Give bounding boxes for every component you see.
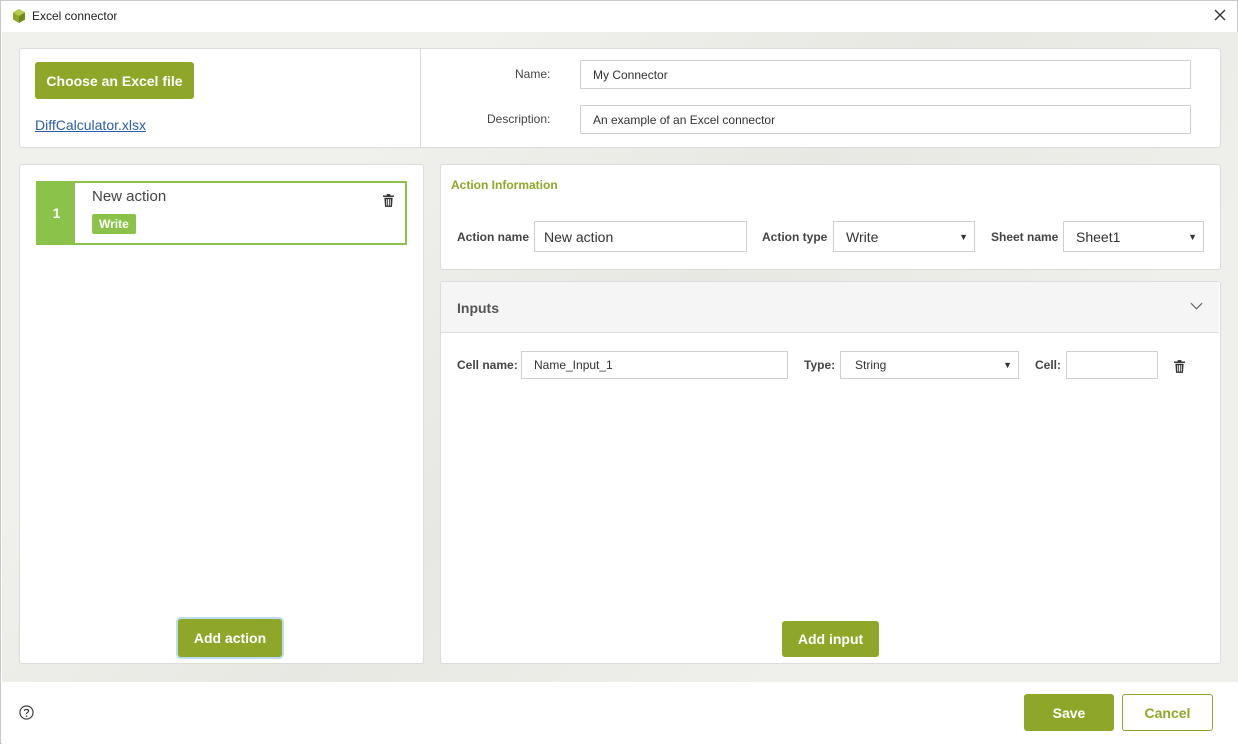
file-panel: Choose an Excel file DiffCalculator.xlsx [19,48,420,148]
window-title: Excel connector [32,9,118,23]
input-type-select[interactable]: String ▼ [840,351,1019,379]
action-number: 1 [38,183,75,243]
action-item[interactable]: 1 New action Write [36,181,407,245]
action-name-label: Action name [457,230,530,244]
help-icon[interactable] [19,705,34,720]
chevron-down-icon: ▼ [959,231,968,242]
cancel-button[interactable]: Cancel [1122,694,1213,731]
sheet-name-select[interactable]: Sheet1 ▼ [1063,221,1204,252]
trash-icon[interactable] [383,194,394,207]
inputs-panel: Inputs Cell name: Name_Input_1 Type: Str… [440,281,1221,664]
chevron-down-icon: ▼ [1188,231,1197,242]
add-input-button[interactable]: Add input [782,621,879,657]
action-information-panel: Action Information Action name New actio… [440,164,1221,270]
title-bar: Excel connector [1,1,1237,32]
action-title: New action [92,188,167,205]
action-name-input[interactable]: New action [534,221,747,252]
name-input[interactable]: My Connector [580,60,1191,89]
actions-panel: 1 New action Write Add action [19,164,424,664]
input-type-value: String [855,358,887,372]
inputs-section-title: Inputs [457,300,499,316]
action-type-value: Write [846,228,879,245]
save-button[interactable]: Save [1024,694,1114,731]
chevron-down-icon: ▼ [1003,360,1012,370]
close-icon[interactable] [1213,8,1227,22]
name-label: Name: [515,67,551,81]
action-information-title: Action Information [451,178,558,192]
inputs-section-header[interactable]: Inputs [441,282,1219,333]
trash-icon[interactable] [1174,360,1185,373]
chevron-down-icon[interactable] [1190,302,1203,310]
cell-label: Cell: [1035,358,1062,372]
description-label: Description: [487,112,551,126]
type-label: Type: [804,358,836,372]
cell-input[interactable] [1066,351,1158,379]
choose-excel-file-button[interactable]: Choose an Excel file [35,62,194,99]
cell-name-label: Cell name: [457,358,518,372]
sheet-name-value: Sheet1 [1076,228,1121,245]
sheet-name-label: Sheet name [991,230,1059,244]
action-type-select[interactable]: Write ▼ [833,221,975,252]
add-action-button[interactable]: Add action [178,619,282,657]
footer-bar: Save Cancel [2,682,1238,744]
excel-file-link[interactable]: DiffCalculator.xlsx [35,117,146,133]
main-content: Choose an Excel file DiffCalculator.xlsx… [2,32,1238,682]
action-type-badge: Write [92,214,136,234]
excel-connector-window: Excel connector Choose an Excel file Dif… [0,0,1238,744]
connector-details-panel: Name: My Connector Description: An examp… [420,48,1221,148]
excel-connector-logo-icon [13,9,25,23]
action-type-label: Action type [762,230,828,244]
description-input[interactable]: An example of an Excel connector [580,105,1191,134]
cell-name-input[interactable]: Name_Input_1 [521,351,788,379]
